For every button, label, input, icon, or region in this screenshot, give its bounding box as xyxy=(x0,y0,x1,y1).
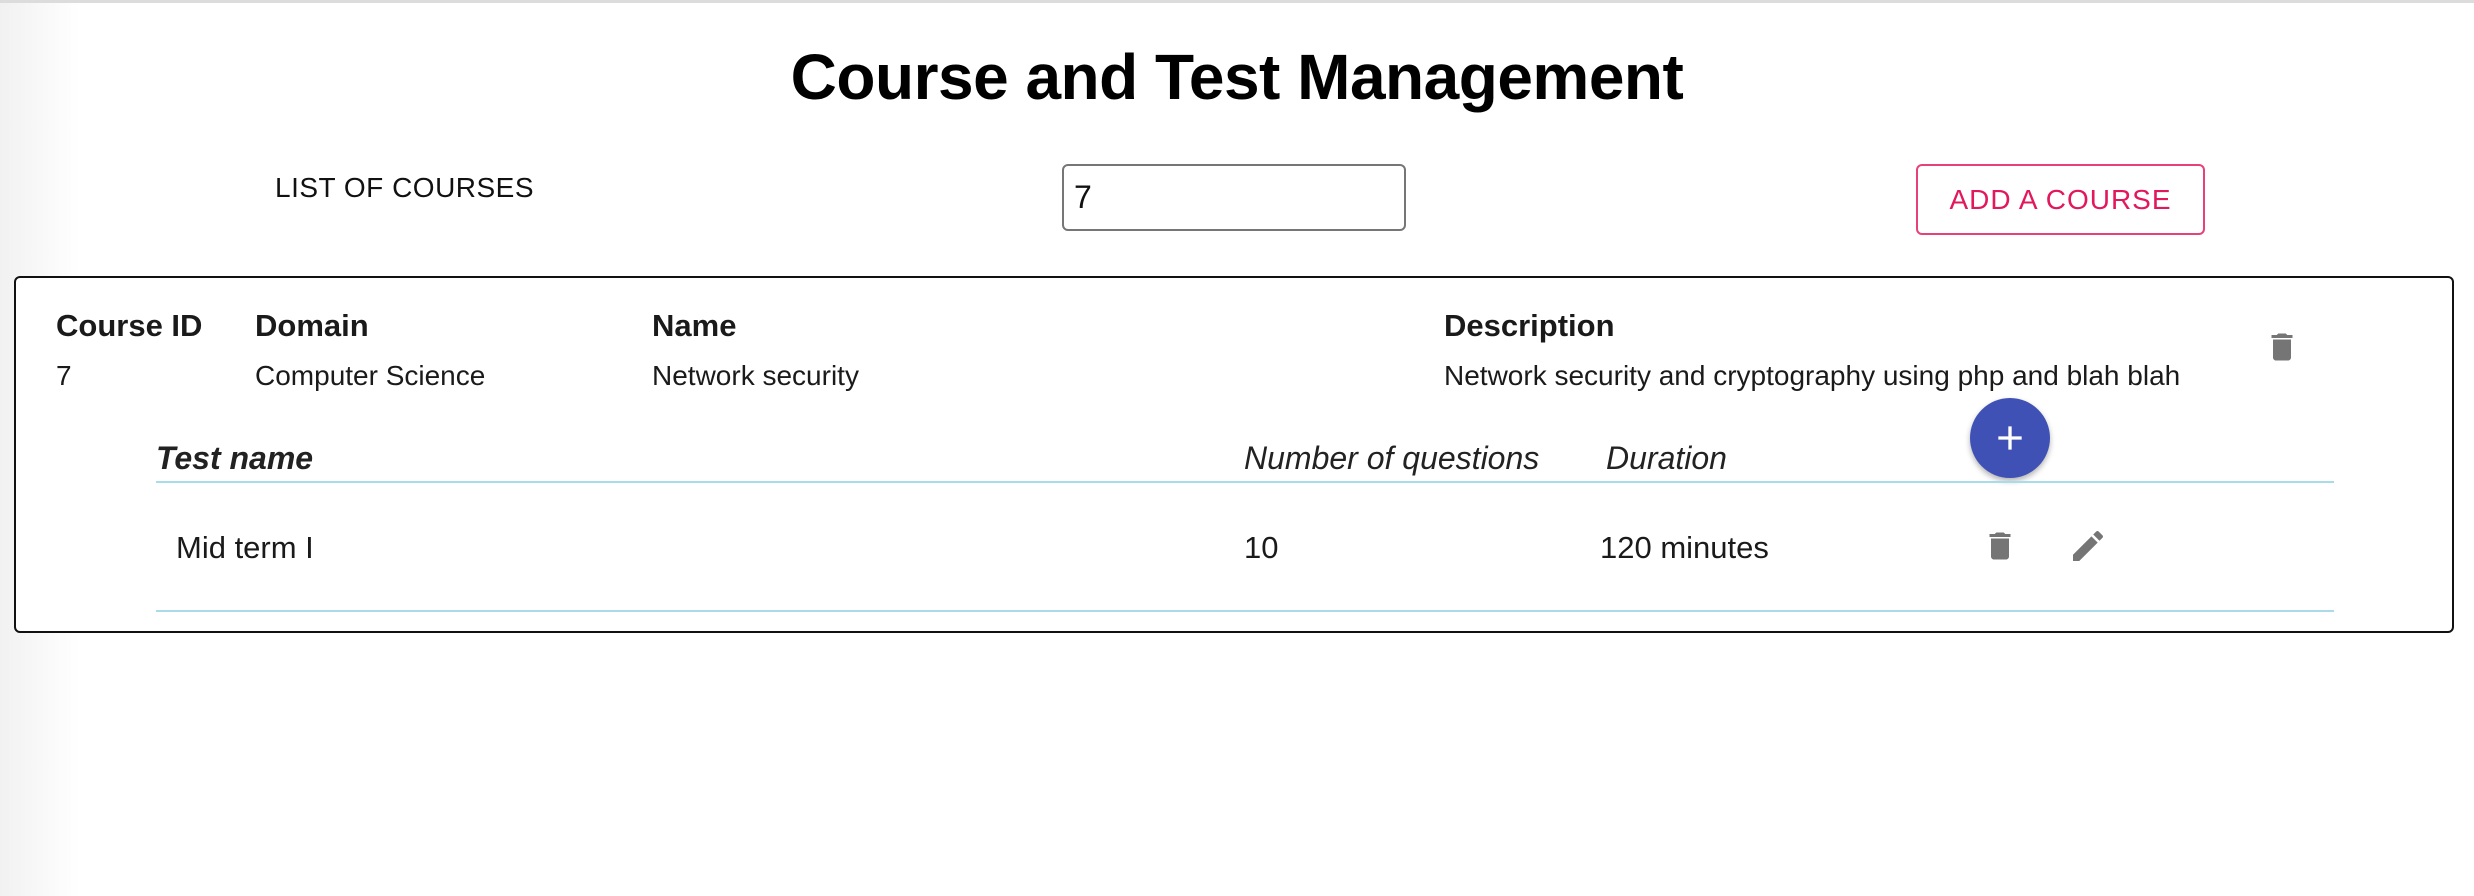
plus-icon xyxy=(1998,426,2022,450)
test-row-name: Mid term I xyxy=(176,530,314,565)
page-title: Course and Test Management xyxy=(790,41,1684,113)
page: Course and Test Management LIST OF COURS… xyxy=(0,0,2474,896)
edit-test-pencil-icon[interactable] xyxy=(2068,526,2104,566)
delete-course-trash-icon[interactable] xyxy=(2264,326,2300,368)
domain-value: Computer Science xyxy=(255,360,486,391)
list-of-courses-label: LIST OF COURSES xyxy=(275,172,535,203)
header-divider xyxy=(156,481,2334,483)
course-id-header: Course ID xyxy=(56,308,203,343)
name-header: Name xyxy=(652,308,737,343)
add-test-button[interactable] xyxy=(1970,398,2050,478)
domain-header: Domain xyxy=(255,308,369,343)
description-header: Description xyxy=(1444,308,1615,343)
number-of-questions-header: Number of questions xyxy=(1244,440,1540,476)
row-divider xyxy=(156,610,2334,612)
test-row-duration: 120 minutes xyxy=(1600,530,1769,565)
description-value: Network security and cryptography using … xyxy=(1444,360,2181,391)
name-value: Network security xyxy=(652,360,859,391)
test-row-questions: 10 xyxy=(1244,530,1279,565)
top-border xyxy=(0,0,2474,3)
course-card: Course ID Domain Name Description 7 Comp… xyxy=(14,276,2454,633)
delete-test-trash-icon[interactable] xyxy=(1982,526,2018,566)
course-id-value: 7 xyxy=(56,360,72,391)
add-course-button[interactable]: ADD A COURSE xyxy=(1916,164,2205,235)
course-filter-input[interactable] xyxy=(1062,164,1406,231)
test-name-header: Test name xyxy=(156,440,314,476)
duration-header: Duration xyxy=(1606,440,1727,476)
